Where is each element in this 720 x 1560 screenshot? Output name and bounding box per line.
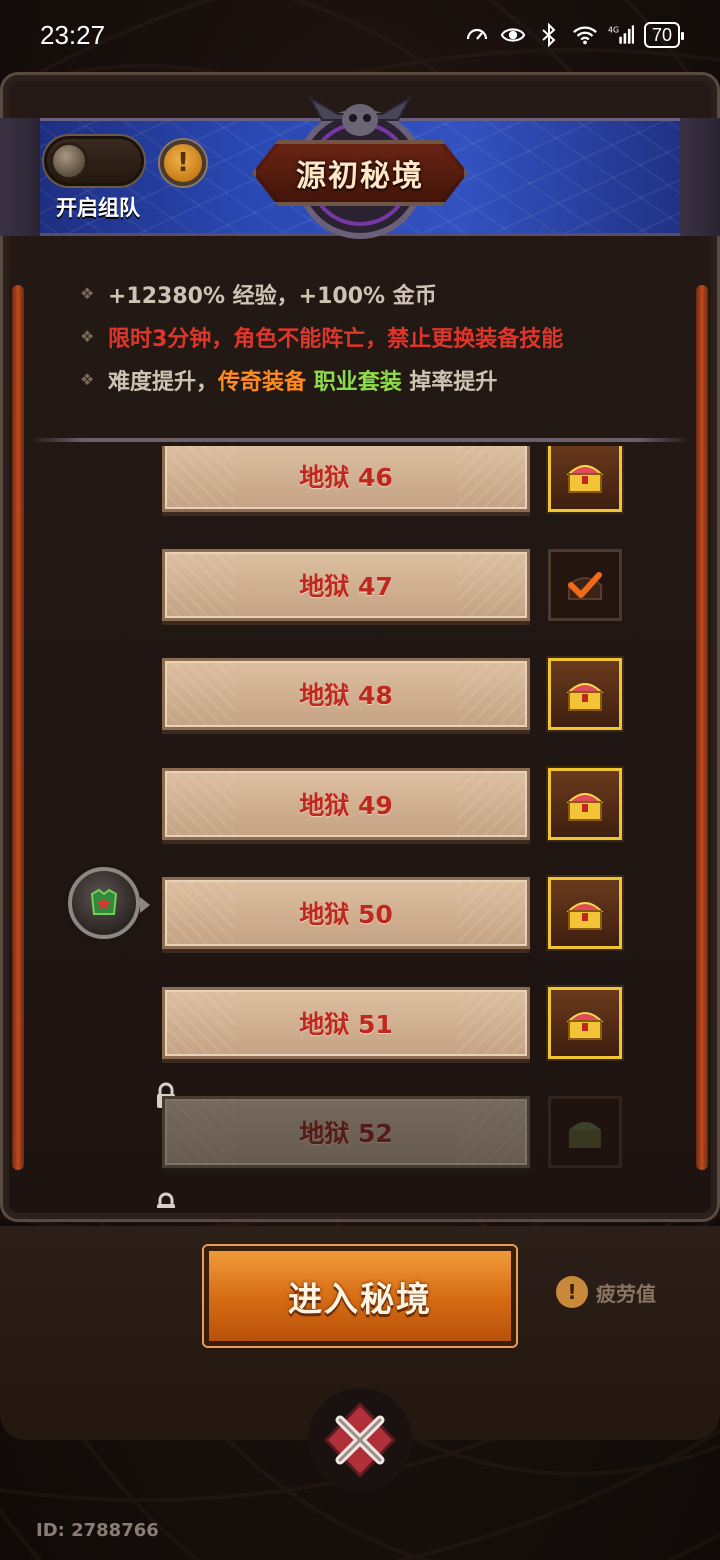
level-button[interactable]: 地狱 48	[162, 658, 530, 730]
level-row[interactable]: 地狱 46	[34, 446, 686, 520]
level-row[interactable]: 地狱 49	[34, 768, 686, 848]
info-button[interactable]: !	[160, 140, 206, 186]
toggle-knob	[50, 142, 88, 180]
page-title: 源初秘境	[256, 144, 464, 202]
level-row-current[interactable]: 地狱 50	[34, 867, 686, 957]
status-icons: 4G 70	[464, 22, 685, 48]
level-button: 地狱 52	[162, 1096, 530, 1168]
team-toggle-label: 开启组队	[56, 196, 140, 220]
close-icon[interactable]	[306, 1386, 414, 1494]
level-button[interactable]: 地狱 49	[162, 768, 530, 840]
treasure-chest-icon	[566, 683, 604, 711]
signal-4g-icon: 4G	[608, 22, 634, 48]
diamond-icon: ❖	[80, 370, 95, 389]
diamond-icon: ❖	[80, 284, 95, 303]
reward-chest[interactable]	[548, 446, 622, 512]
level-label: 地狱 52	[299, 1119, 393, 1148]
treasure-chest-icon	[566, 1012, 604, 1040]
level-row-locked: 地狱 52	[34, 1082, 686, 1176]
battery-icon: 70	[643, 22, 685, 48]
reward-chest[interactable]	[548, 768, 622, 840]
lock-icon	[157, 1192, 175, 1208]
player-id: ID: 2788766	[36, 1520, 159, 1541]
level-button[interactable]: 地狱 51	[162, 987, 530, 1059]
reward-chest[interactable]	[548, 658, 622, 730]
level-button[interactable]: 地狱 46	[162, 446, 530, 512]
level-row[interactable]: 地狱 47	[34, 549, 686, 629]
buff-text: +12380% 经验，+100% 金币	[108, 283, 437, 309]
level-button[interactable]: 地狱 47	[162, 549, 530, 621]
level-label: 地狱 48	[299, 681, 393, 710]
treasure-chest-icon	[566, 793, 604, 821]
legendary-gear-text: 传奇装备	[218, 369, 307, 395]
reward-chest[interactable]	[548, 877, 622, 949]
level-label: 地狱 49	[299, 791, 393, 820]
warning-icon: !	[556, 1276, 588, 1308]
reward-chest-claimed[interactable]	[548, 549, 622, 621]
right-rail	[696, 285, 708, 1170]
buff-list: ❖ +12380% 经验，+100% 金币 ❖ 限时3分钟，角色不能阵亡，禁止更…	[80, 272, 680, 401]
reward-chest[interactable]	[548, 987, 622, 1059]
bluetooth-icon	[536, 22, 562, 48]
level-label: 地狱 50	[299, 900, 393, 929]
buff-text-prefix: 难度提升，	[108, 369, 219, 395]
fatigue-indicator[interactable]: ! 疲劳值	[556, 1276, 656, 1308]
treasure-chest-icon	[569, 1122, 601, 1148]
divider	[30, 438, 690, 442]
treasure-chest-icon	[566, 465, 604, 493]
treasure-chest-icon	[566, 902, 604, 930]
svg-text:4G: 4G	[608, 25, 619, 34]
speed-icon	[464, 22, 490, 48]
level-label: 地狱 46	[299, 463, 393, 492]
status-time: 23:27	[40, 19, 106, 50]
level-row[interactable]: 地狱 51	[34, 987, 686, 1067]
level-label: 地狱 47	[299, 572, 393, 601]
level-label: 地狱 51	[299, 1010, 393, 1039]
eye-icon	[500, 22, 526, 48]
enter-dungeon-button[interactable]: 进入秘境	[204, 1246, 516, 1346]
fatigue-label: 疲劳值	[596, 1281, 656, 1306]
armor-icon	[90, 888, 118, 915]
level-list[interactable]: 地狱 46 地狱 47 地狱 48 地狱 49 地狱 50 地狱 51 地狱 5…	[34, 446, 686, 1208]
buff-line-drops: ❖ 难度提升， 传奇装备 职业套装 掉率提升	[80, 358, 680, 401]
checkmark-icon	[568, 572, 602, 600]
level-row-locked	[34, 1192, 686, 1208]
player-position-marker	[68, 867, 150, 939]
buff-line-exp: ❖ +12380% 经验，+100% 金币	[80, 272, 680, 315]
reward-chest-locked	[548, 1096, 622, 1168]
status-bar: 23:27 4G 70	[0, 0, 720, 70]
diamond-icon: ❖	[80, 327, 95, 346]
buff-text-suffix: 掉率提升	[409, 369, 498, 395]
team-toggle[interactable]	[44, 136, 144, 186]
wifi-icon	[572, 22, 598, 48]
class-set-text: 职业套装	[313, 369, 402, 395]
buff-text: 限时3分钟，角色不能阵亡，禁止更换装备技能	[108, 326, 564, 352]
level-row[interactable]: 地狱 48	[34, 658, 686, 738]
level-button[interactable]: 地狱 50	[162, 877, 530, 949]
left-rail	[12, 285, 24, 1170]
buff-line-rules: ❖ 限时3分钟，角色不能阵亡，禁止更换装备技能	[80, 315, 680, 358]
